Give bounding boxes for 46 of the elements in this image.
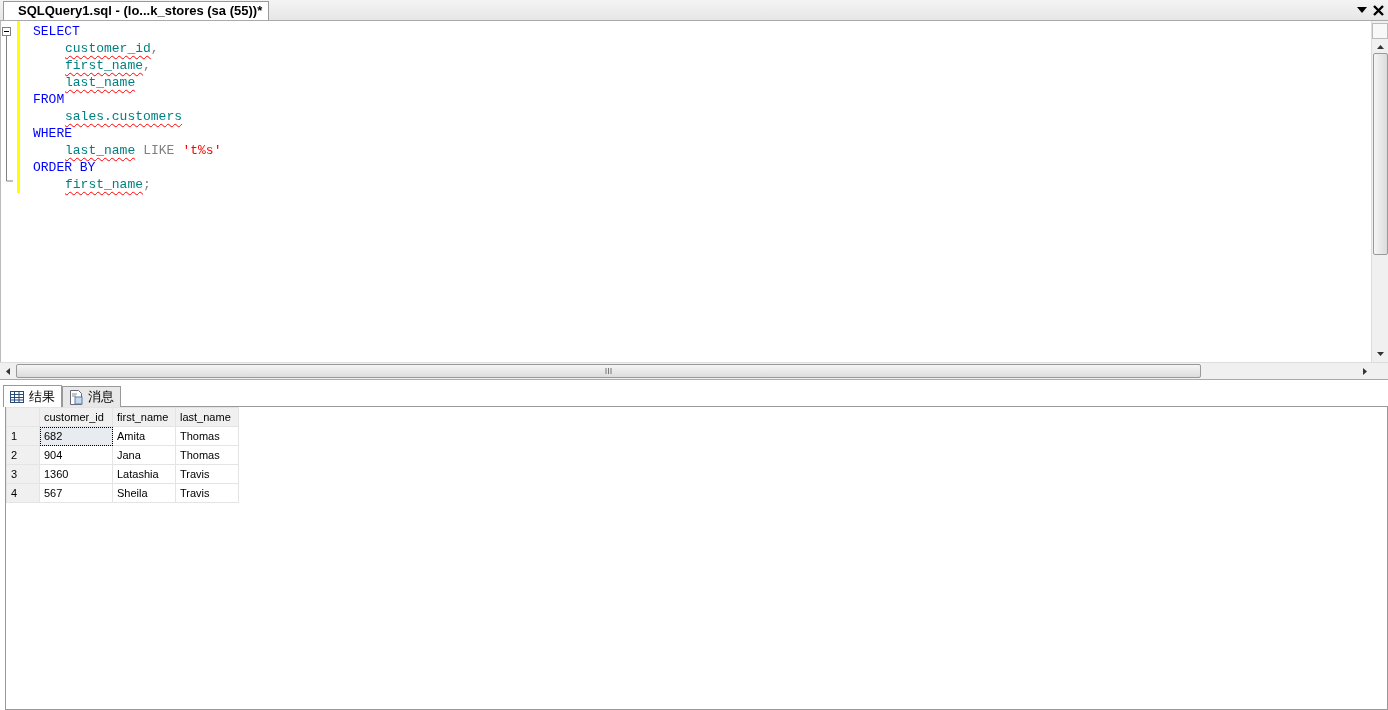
collapse-icon[interactable]	[2, 27, 11, 36]
sql-identifier: first_name	[65, 176, 143, 193]
sql-identifier: customer_id	[65, 40, 151, 57]
table-cell: 904	[39, 445, 113, 465]
corner-header-cell	[6, 407, 40, 427]
document-tab[interactable]: SQLQuery1.sql - (lo...k_stores (sa (55))*	[3, 1, 270, 20]
table-cell: Travis	[175, 464, 239, 484]
scroll-up-icon[interactable]	[1376, 45, 1384, 49]
sql-punctuation: ,	[143, 57, 151, 74]
table-cell: 567	[39, 483, 113, 503]
sql-operator: LIKE	[143, 142, 175, 159]
sql-keyword: SELECT	[33, 23, 80, 40]
results-tab[interactable]: 结果	[3, 385, 62, 407]
dropdown-icon[interactable]	[1357, 7, 1367, 13]
horizontal-scrollbar[interactable]	[0, 362, 1388, 380]
grip-icon	[605, 368, 612, 374]
table-cell: Sheila	[112, 483, 176, 503]
sql-identifier: last_name	[65, 142, 136, 159]
table-cell: Amita	[112, 426, 176, 446]
splitter-handle[interactable]	[1372, 23, 1388, 39]
vertical-scrollbar[interactable]	[1371, 21, 1388, 362]
sql-string: 't%s'	[182, 142, 222, 159]
sql-identifier: first_name	[65, 57, 143, 74]
sql-punctuation: ,	[150, 40, 159, 57]
column-header[interactable]: first_name	[112, 407, 176, 427]
grid-icon	[10, 390, 24, 403]
scroll-down-icon[interactable]	[1376, 352, 1384, 356]
sql-keyword: WHERE	[33, 125, 72, 142]
scroll-left-icon[interactable]	[6, 367, 10, 375]
table-cell: 1360	[39, 464, 113, 484]
results-tab[interactable]: 消息	[62, 386, 121, 407]
table-cell: Travis	[175, 483, 239, 503]
table-cell: Thomas	[175, 426, 239, 446]
column-header[interactable]: last_name	[175, 407, 239, 427]
scroll-right-icon[interactable]	[1363, 367, 1367, 375]
sql-keyword: FROM	[33, 91, 65, 108]
table-cell: Thomas	[175, 445, 239, 465]
column-header[interactable]: customer_id	[39, 407, 113, 427]
document-icon	[69, 389, 83, 405]
table-cell: Jana	[112, 445, 176, 465]
close-icon[interactable]	[1373, 4, 1384, 16]
sql-punctuation: ;	[143, 176, 151, 193]
table-cell: Latashia	[112, 464, 176, 484]
sql-keyword: ORDER BY	[33, 159, 96, 176]
sql-identifier: last_name	[65, 74, 136, 91]
sql-identifier: sales.customers	[65, 108, 183, 125]
